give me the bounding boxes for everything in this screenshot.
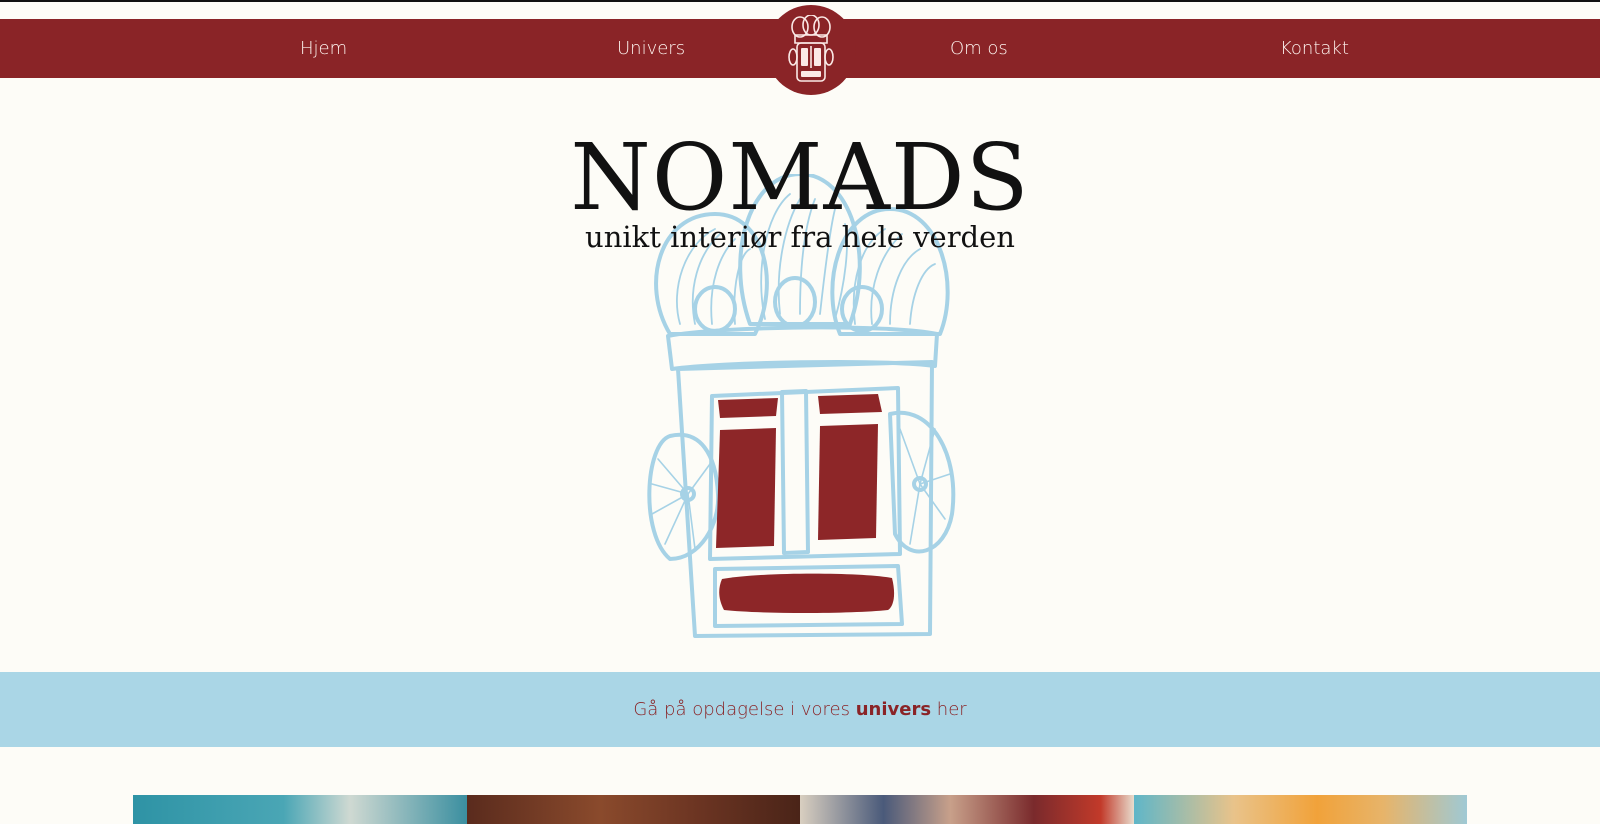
nav-link-home[interactable]: Hjem — [300, 19, 347, 78]
banner-univers-link[interactable]: univers — [856, 699, 931, 720]
top-border-line — [0, 0, 1600, 2]
mask-logo-icon — [788, 15, 834, 82]
banner-text-before: Gå på opdagelse i vores — [633, 699, 856, 720]
hero-title: NOMADS — [570, 124, 1030, 231]
nav-link-om-os[interactable]: Om os — [950, 19, 1008, 78]
hero-subtitle: unikt interiør fra hele verden — [585, 220, 1015, 254]
banner-text-after: her — [931, 699, 967, 720]
gallery-image-3[interactable] — [800, 795, 1134, 824]
hero-section: NOMADS unikt interiør fra hele verden — [0, 78, 1600, 672]
gallery-strip — [133, 795, 1467, 824]
explore-banner: Gå på opdagelse i vores univers her — [0, 672, 1600, 747]
nav-link-univers[interactable]: Univers — [617, 19, 685, 78]
gallery-image-1[interactable] — [133, 795, 467, 824]
gallery-image-4[interactable] — [1133, 795, 1467, 824]
gallery-image-2[interactable] — [466, 795, 800, 824]
nav-link-kontakt[interactable]: Kontakt — [1280, 19, 1349, 78]
